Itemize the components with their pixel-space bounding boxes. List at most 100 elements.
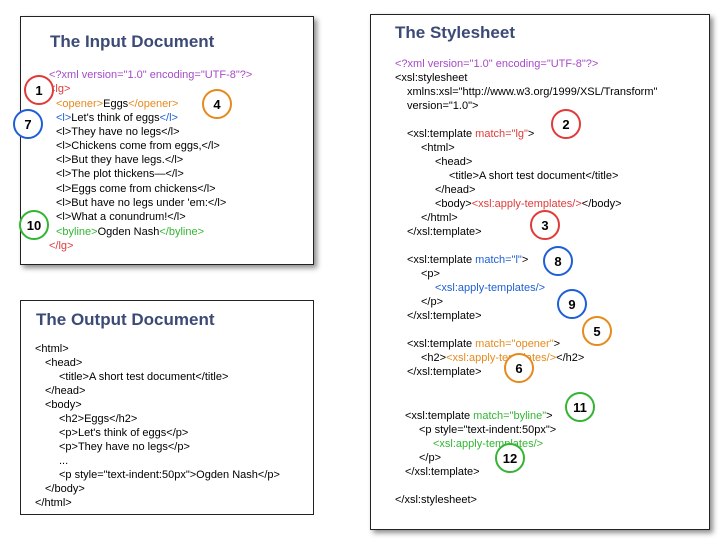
code-token: <xsl:template [405,410,474,422]
code-token: <byline> [56,226,98,238]
code-token: <h2> [421,352,447,364]
output-code-line: <title>A short test document</title> [59,371,229,383]
code-line: </lg> [49,239,73,253]
output-code-line: <head> [45,357,83,369]
code-line: <xsl:stylesheet [395,71,467,85]
code-line: version="1.0"> [407,99,478,113]
code-token: Ogden Nash [97,226,160,238]
code-token: <xsl:apply-templates/> [435,282,546,294]
code-token: <l>What a conundrum!</l> [56,211,186,223]
code-token: </xsl:template> [407,226,482,238]
code-line: </p> [421,295,443,309]
code-line: </xsl:template> [407,309,482,323]
stylesheet-title: The Stylesheet [395,23,515,42]
code-token: </xsl:template> [405,466,480,478]
step-badge-11: 11 [565,392,595,422]
code-line: <?xml version="1.0" encoding="UTF-8"?> [395,57,598,71]
output-code-line: <html> [35,343,69,355]
step-badge-4: 4 [202,89,232,119]
step-badge-5: 5 [582,316,612,346]
code-line: <html> [421,141,455,155]
output-code-line: <h2>Eggs</h2> [59,413,138,425]
code-line: xmlns:xsl="http://www.w3.org/1999/XSL/Tr… [407,85,657,99]
step-badge-8: 8 [543,246,573,276]
code-line: <h2><xsl:apply-templates/></h2> [421,351,584,365]
code-line: </xsl:template> [407,365,482,379]
code-token: <xsl:stylesheet [395,72,468,84]
code-token: <xsl:template [407,128,476,140]
code-line: <xsl:template match="byline"> [405,409,553,423]
code-token: </html> [421,212,458,224]
code-token: </h2> [556,352,585,364]
output-code-line: <p>They have no legs</p> [59,441,190,453]
code-line: <title>A short test document</title> [449,169,618,183]
output-code-line: ... [59,455,69,467]
code-token: </head> [435,184,476,196]
output-document-title: The Output Document [36,310,215,329]
code-line: <xsl:template match="opener"> [407,337,560,351]
code-token: <l>They have no legs</l> [56,126,180,138]
code-line: <xsl:template match="l"> [407,253,528,267]
code-token: </byline> [159,226,205,238]
code-token: <xsl:template [407,338,476,350]
code-token: <l>But they have legs.</l> [56,154,184,166]
output-code-line: </head> [45,385,86,397]
code-token: </body> [581,198,622,210]
code-token: match="l" [475,254,522,266]
output-code-line: <p style="text-indent:50px">Ogden Nash</… [59,469,280,481]
code-line: <l>Chickens come from eggs,</l> [56,139,220,153]
code-token: <?xml version="1.0" encoding="UTF-8"?> [49,69,253,81]
code-token: <l>Eggs come from chickens</l> [56,183,216,195]
step-badge-2: 2 [551,109,581,139]
code-line: <xsl:apply-templates/> [433,437,543,451]
output-code-line: <body> [45,399,82,411]
code-token: <opener> [56,98,104,110]
step-badge-6: 6 [504,353,534,383]
code-token: </xsl:template> [407,366,482,378]
code-token: > [553,338,561,350]
code-token: </p> [419,452,442,464]
code-line: </head> [435,183,475,197]
code-token: </opener> [128,98,179,110]
code-line: </html> [421,211,458,225]
code-line: <body><xsl:apply-templates/></body> [435,197,622,211]
code-token: > [521,254,529,266]
code-token: <l>But have no legs under 'em:</l> [56,197,227,209]
code-token: <html> [421,142,455,154]
code-token: match="byline" [473,410,547,422]
output-document-panel: The Output Document <html> <head> <title>A… [20,300,314,515]
code-line: <?xml version="1.0" encoding="UTF-8"?> [49,68,252,82]
code-token: </xsl:template> [407,310,482,322]
code-token: <p> [421,268,440,280]
code-line: <p style="text-indent:50px"> [419,423,556,437]
code-line: </xsl:template> [407,225,482,239]
code-token: Eggs [103,98,129,110]
step-badge-7: 7 [13,109,43,139]
code-token: <p style="text-indent:50px"> [419,424,557,436]
code-token: <title>A short test document</title> [449,170,619,182]
code-token: <xsl:apply-templates/> [433,438,544,450]
code-token: > [546,410,553,422]
step-badge-9: 9 [557,289,587,319]
input-document-title: The Input Document [50,32,215,51]
code-line: <byline>Ogden Nash</byline> [56,225,204,239]
code-token: <l>Chickens come from eggs,</l> [56,140,220,152]
code-token: <xsl:apply-templates/> [446,352,557,364]
code-line: <l>What a conundrum!</l> [56,210,186,224]
code-token: <head> [435,156,473,168]
code-line: <l>But they have legs.</l> [56,153,183,167]
code-line: </xsl:stylesheet> [395,493,477,507]
step-badge-12: 12 [495,443,525,473]
code-line: </xsl:template> [405,465,480,479]
code-line: <opener>Eggs</opener> [56,97,178,111]
output-code-line: </body> [45,483,85,495]
code-token: </xsl:stylesheet> [395,494,477,506]
code-line: <xsl:template match="lg"> [407,127,534,141]
output-code-line: </html> [35,497,72,509]
code-token: <body> [435,198,472,210]
code-token: </lg> [49,240,74,252]
code-token: </p> [421,296,444,308]
code-token: <xsl:apply-templates/> [471,198,582,210]
input-document-panel: The Input Document <?xml version="1.0" e… [20,16,314,265]
code-token: <xsl:template [407,254,476,266]
